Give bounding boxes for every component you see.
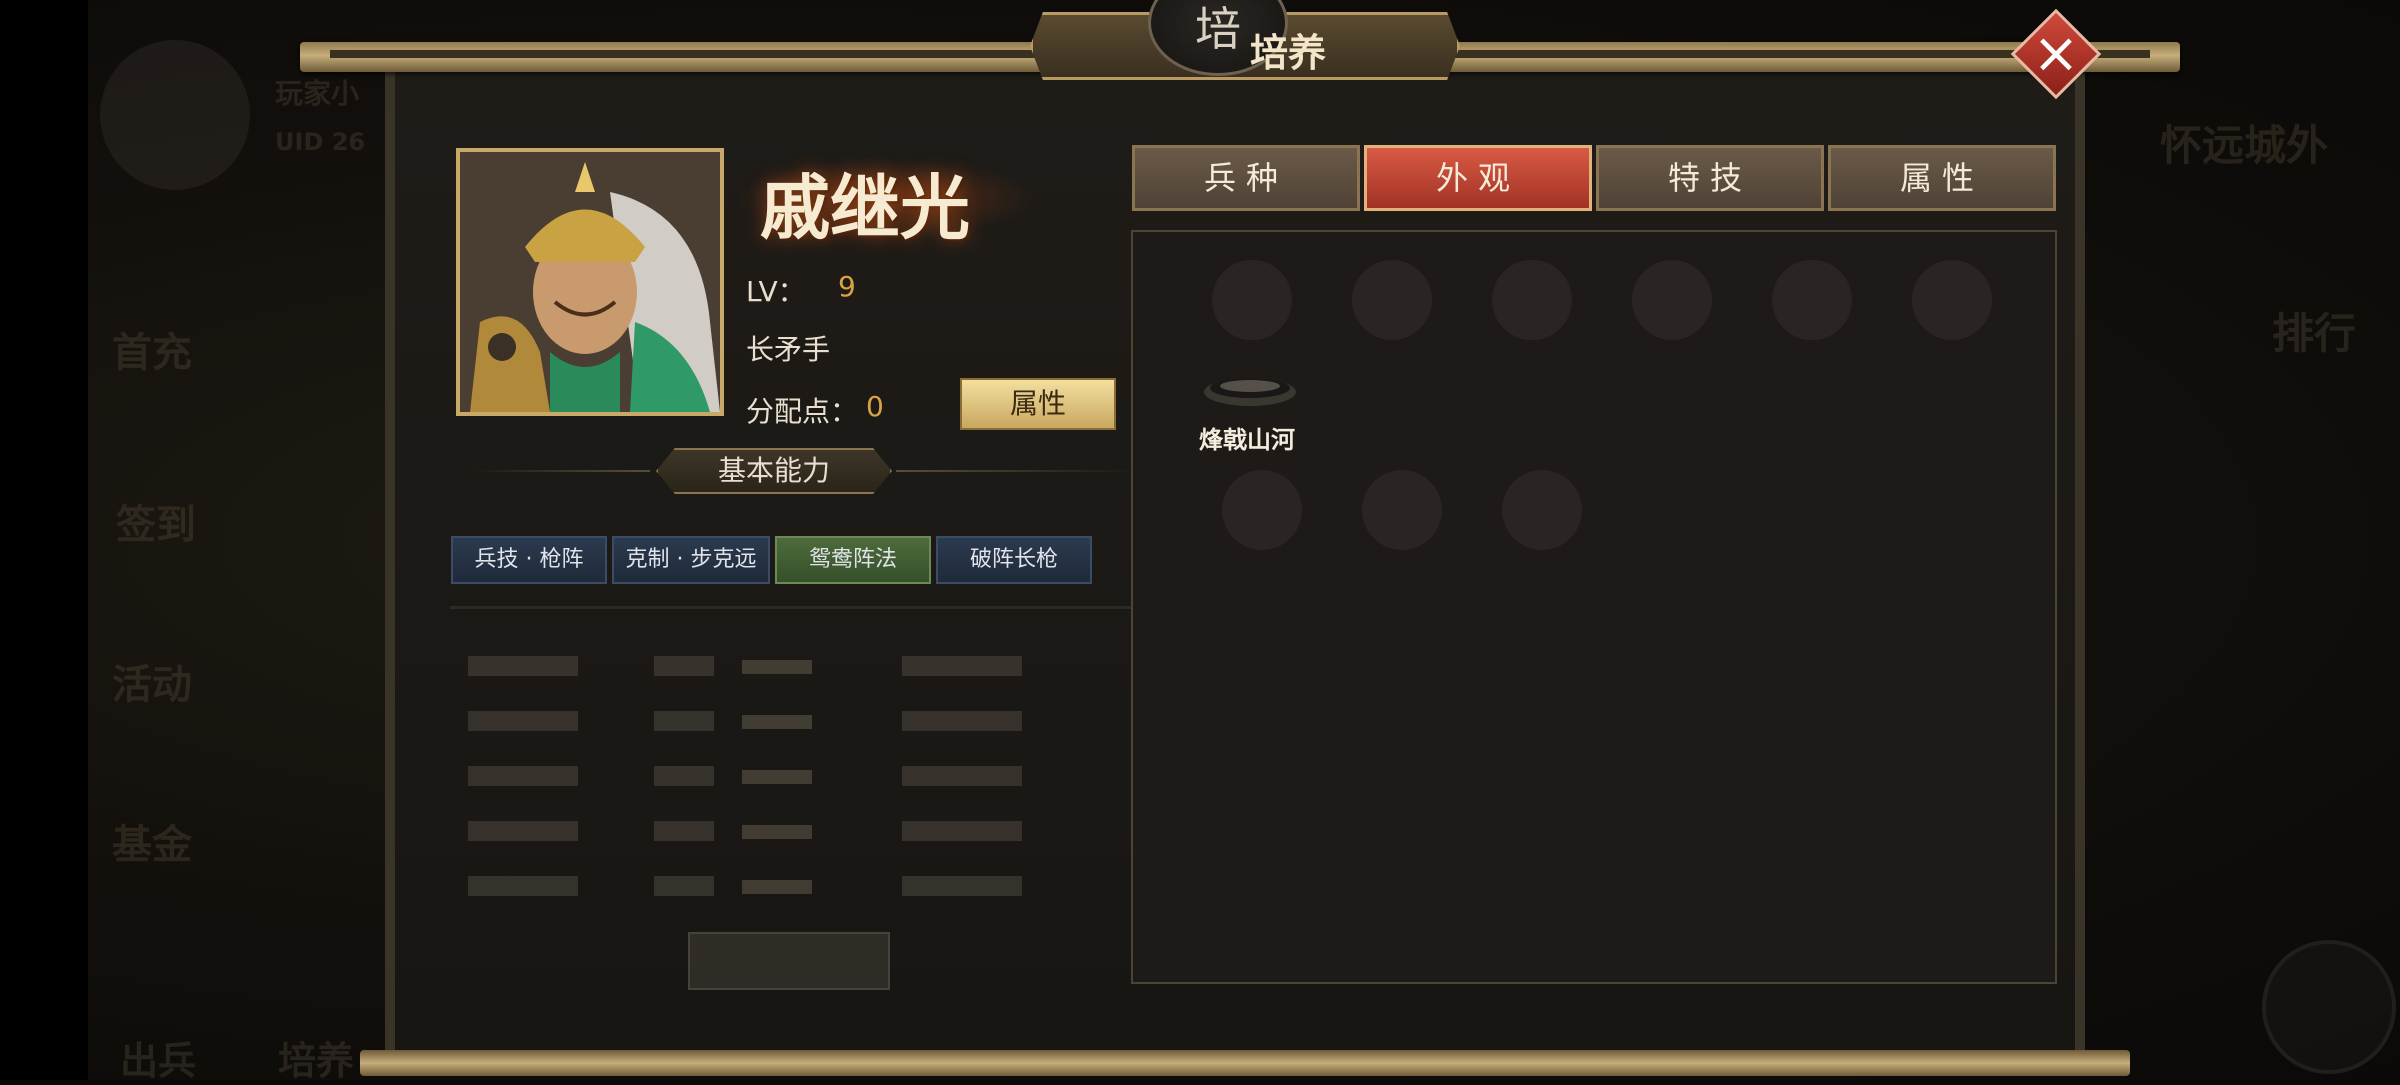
skin-item[interactable]: 烽戟山河 [1162, 340, 1332, 460]
ghost-skin-icon [1362, 470, 1442, 550]
tab-appearance[interactable]: 外观 [1364, 145, 1592, 211]
ghost-skin-icon [1352, 260, 1432, 340]
close-icon: × [2032, 21, 2080, 86]
skill-tab-counter[interactable]: 克制 · 步克远 [612, 536, 770, 584]
close-button[interactable]: × [2010, 8, 2102, 100]
stat-row-ghost [462, 760, 1122, 800]
level-label: LV： [746, 275, 806, 308]
panel-bottom-frame [360, 1050, 2130, 1076]
letterbox-left [0, 0, 88, 1080]
troop-type: 长矛手 [746, 333, 831, 366]
stat-row-ghost [462, 650, 1122, 690]
skin-pedestal-icon [1204, 378, 1296, 406]
ghost-skin-icon [1502, 470, 1582, 550]
ghost-skin-icon [1212, 260, 1292, 340]
stat-row-ghost [462, 815, 1122, 855]
ghost-skin-icon [1912, 260, 1992, 340]
section-divider-right [896, 470, 1136, 472]
level-value: 9 [838, 270, 856, 303]
attribute-button[interactable]: 属性 [960, 378, 1116, 430]
skill-tab-breaking-spear[interactable]: 破阵长枪 [936, 536, 1092, 584]
stat-row-ghost [462, 705, 1122, 745]
section-divider-left [470, 470, 650, 472]
points-label: 分配点： [746, 395, 859, 428]
hero-portrait-art [460, 152, 720, 412]
hero-name: 戚继光 [760, 166, 970, 249]
stat-row-ghost [462, 870, 1122, 910]
skill-tab-spear-formation[interactable]: 兵技 · 枪阵 [451, 536, 607, 584]
points-value: 0 [866, 390, 884, 423]
window-title: 培养 [1250, 30, 1327, 75]
skills-underline [450, 606, 1145, 609]
tab-attributes[interactable]: 属性 [1828, 145, 2056, 211]
skin-label: 烽戟山河 [1199, 426, 1295, 454]
skill-tab-mandarin-duck[interactable]: 鸳鸯阵法 [775, 536, 931, 584]
ghost-skin-icon [1772, 260, 1852, 340]
tab-special-skill[interactable]: 特技 [1596, 145, 1824, 211]
ghost-skin-icon [1492, 260, 1572, 340]
ghost-skin-icon [1222, 470, 1302, 550]
faded-button [688, 932, 890, 990]
section-title: 基本能力 [717, 454, 830, 487]
tab-troop[interactable]: 兵种 [1132, 145, 1360, 211]
hero-portrait [456, 148, 724, 416]
ghost-skin-icon [1632, 260, 1712, 340]
